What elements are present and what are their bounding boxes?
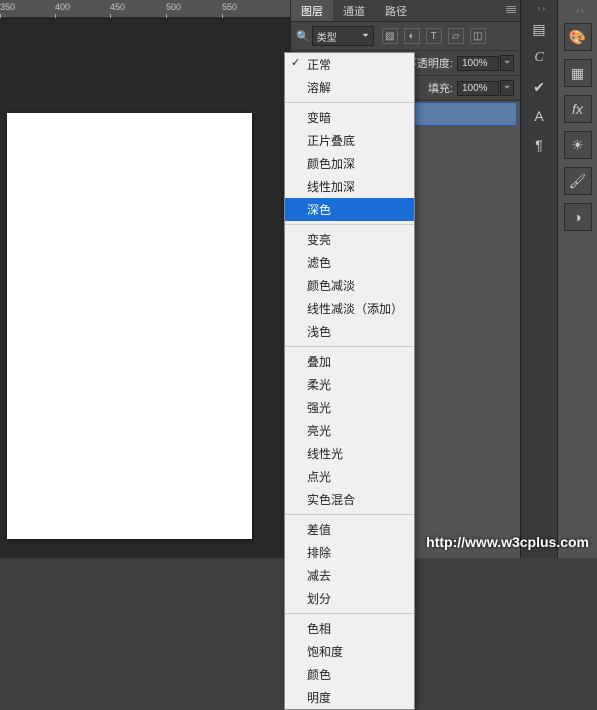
blend-mode-item[interactable]: 颜色 bbox=[285, 663, 414, 686]
blend-mode-item[interactable]: 滤色 bbox=[285, 251, 414, 274]
filter-type-icon[interactable]: T bbox=[426, 28, 442, 44]
menu-separator bbox=[285, 102, 414, 103]
layers-alt-icon[interactable]: ◑ bbox=[564, 203, 592, 231]
side-grip-icon[interactable]: ›› bbox=[566, 6, 586, 15]
blend-mode-item[interactable]: 实色混合 bbox=[285, 488, 414, 511]
horizontal-ruler: 350 400 450 500 550 bbox=[0, 0, 290, 18]
ruler-tick: 500 bbox=[166, 2, 181, 12]
menu-separator bbox=[285, 613, 414, 614]
filter-shape-icon[interactable]: ▱ bbox=[448, 28, 464, 44]
styles-icon[interactable]: fx bbox=[564, 95, 592, 123]
blend-mode-item[interactable]: 正常 bbox=[285, 53, 414, 76]
blend-mode-item[interactable]: 叠加 bbox=[285, 350, 414, 373]
history-icon[interactable]: ▤ bbox=[524, 16, 554, 42]
tab-channels[interactable]: 通道 bbox=[333, 0, 375, 21]
char-panel-icon[interactable]: A bbox=[524, 103, 554, 129]
paragraph-icon[interactable]: ¶ bbox=[524, 132, 554, 158]
character-icon[interactable]: C bbox=[524, 45, 554, 71]
collapsed-panel-strip: ›› ▤ C ✔ A ¶ bbox=[520, 0, 557, 558]
ruler-tick: 400 bbox=[55, 2, 70, 12]
blend-mode-item[interactable]: 点光 bbox=[285, 465, 414, 488]
blend-mode-item[interactable]: 减去 bbox=[285, 564, 414, 587]
blend-mode-item[interactable]: 亮光 bbox=[285, 419, 414, 442]
blend-mode-item[interactable]: 变亮 bbox=[285, 228, 414, 251]
ruler-tick: 550 bbox=[222, 2, 237, 12]
blend-mode-item[interactable]: 颜色加深 bbox=[285, 152, 414, 175]
blend-mode-item[interactable]: 色相 bbox=[285, 617, 414, 640]
opacity-dropdown-icon[interactable]: ⏷ bbox=[500, 55, 514, 71]
search-icon: 🔍 bbox=[296, 30, 310, 43]
blend-mode-item[interactable]: 变暗 bbox=[285, 106, 414, 129]
blend-mode-item[interactable]: 饱和度 bbox=[285, 640, 414, 663]
panel-tabs: 图层 通道 路径 bbox=[291, 0, 520, 22]
blend-mode-dropdown: 正常溶解变暗正片叠底颜色加深线性加深深色变亮滤色颜色减淡线性减淡（添加）浅色叠加… bbox=[284, 52, 415, 710]
filter-pixel-icon[interactable]: ▧ bbox=[382, 28, 398, 44]
tab-paths[interactable]: 路径 bbox=[375, 0, 417, 21]
blend-mode-item[interactable]: 颜色减淡 bbox=[285, 274, 414, 297]
watermark-text: http://www.w3cplus.com bbox=[426, 534, 589, 550]
fill-label: 填充: bbox=[428, 80, 453, 96]
ruler-tick: 350 bbox=[0, 2, 15, 12]
blend-mode-item[interactable]: 明度 bbox=[285, 686, 414, 709]
blend-mode-item[interactable]: 差值 bbox=[285, 518, 414, 541]
blend-mode-item[interactable]: 线性减淡（添加） bbox=[285, 297, 414, 320]
menu-separator bbox=[285, 514, 414, 515]
menu-separator bbox=[285, 346, 414, 347]
tab-layers[interactable]: 图层 bbox=[291, 0, 333, 21]
fill-value[interactable]: 100% bbox=[457, 81, 499, 96]
layer-filter-row: 🔍 类型⏷ ▧ ◐ T ▱ ◫ bbox=[291, 22, 520, 51]
blend-mode-item[interactable]: 深色 bbox=[285, 198, 414, 221]
filter-adjust-icon[interactable]: ◐ bbox=[404, 28, 420, 44]
filter-smart-icon[interactable]: ◫ bbox=[470, 28, 486, 44]
filter-type-select[interactable]: 类型⏷ bbox=[312, 26, 374, 46]
canvas-area bbox=[0, 18, 290, 558]
swatches-grid-icon[interactable]: ▦ bbox=[564, 59, 592, 87]
strip-grip-icon[interactable]: ›› bbox=[527, 4, 547, 13]
color-icon[interactable]: 🎨 bbox=[564, 23, 592, 51]
brush-icon[interactable]: 🖌 bbox=[564, 167, 592, 195]
opacity-value[interactable]: 100% bbox=[457, 56, 499, 71]
side-icon-strip: ›› 🎨 ▦ fx ☀ 🖌 ◑ bbox=[557, 0, 597, 558]
blend-mode-item[interactable]: 正片叠底 bbox=[285, 129, 414, 152]
ruler-tick: 450 bbox=[110, 2, 125, 12]
artboard[interactable] bbox=[7, 113, 252, 539]
panel-menu-icon[interactable] bbox=[506, 5, 516, 14]
menu-separator bbox=[285, 224, 414, 225]
blend-mode-item[interactable]: 溶解 bbox=[285, 76, 414, 99]
blend-mode-item[interactable]: 线性光 bbox=[285, 442, 414, 465]
swatches-icon[interactable]: ✔ bbox=[524, 74, 554, 100]
fill-dropdown-icon[interactable]: ⏷ bbox=[500, 80, 514, 96]
blend-mode-item[interactable]: 浅色 bbox=[285, 320, 414, 343]
blend-mode-item[interactable]: 强光 bbox=[285, 396, 414, 419]
blend-mode-item[interactable]: 线性加深 bbox=[285, 175, 414, 198]
blend-mode-item[interactable]: 排除 bbox=[285, 541, 414, 564]
blend-mode-item[interactable]: 划分 bbox=[285, 587, 414, 610]
blend-mode-item[interactable]: 柔光 bbox=[285, 373, 414, 396]
adjustments-icon[interactable]: ☀ bbox=[564, 131, 592, 159]
